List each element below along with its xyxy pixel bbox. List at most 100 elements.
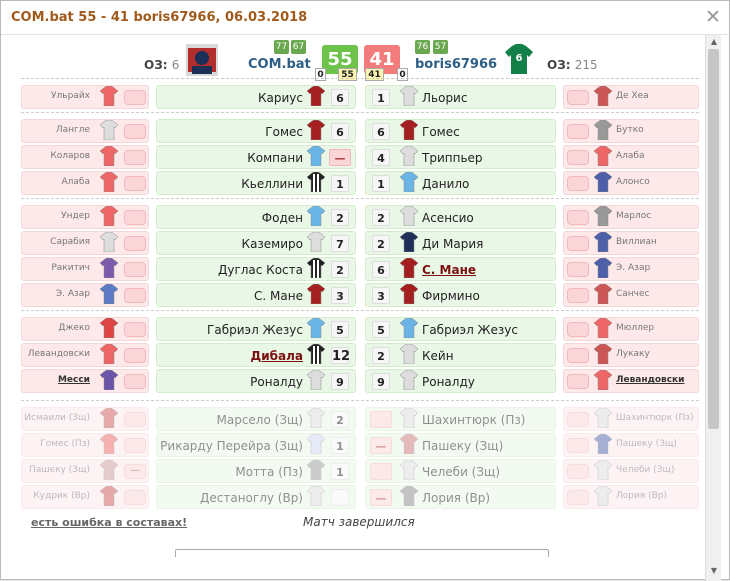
right-substitute-toggle[interactable]: [567, 262, 589, 277]
right-substitute-name[interactable]: Челеби (Зщ): [616, 465, 675, 475]
left-substitute[interactable]: Гомес (Пз): [21, 433, 149, 457]
left-substitute[interactable]: Э. Азар: [21, 283, 149, 307]
left-substitute-toggle[interactable]: [124, 348, 146, 363]
left-substitute[interactable]: Месси: [21, 369, 149, 393]
close-icon[interactable]: ✕: [705, 6, 721, 28]
left-player[interactable]: С. Мане 3: [156, 283, 356, 307]
left-substitute-toggle[interactable]: [124, 374, 146, 389]
right-substitute-name[interactable]: Шахинтюрк (Пз): [616, 413, 694, 423]
right-substitute-name[interactable]: Алаба: [616, 151, 645, 161]
left-substitute-toggle[interactable]: [124, 438, 146, 453]
left-substitute[interactable]: Сарабия: [21, 231, 149, 255]
left-team-name[interactable]: COM.bat: [248, 57, 311, 72]
right-player[interactable]: 5 Габриэл Жезус: [365, 317, 556, 341]
left-player[interactable]: Габриэл Жезус 5: [156, 317, 356, 341]
left-substitute-toggle[interactable]: [124, 150, 146, 165]
left-substitute-toggle[interactable]: [124, 288, 146, 303]
right-substitute-toggle[interactable]: [567, 236, 589, 251]
left-substitute[interactable]: Ундер: [21, 205, 149, 229]
right-player[interactable]: 2 Кейн: [365, 343, 556, 367]
right-player[interactable]: — Лория (Вр): [365, 485, 556, 509]
left-substitute[interactable]: Пашеку (Зщ) —: [21, 459, 149, 483]
right-substitute[interactable]: Де Хеа: [563, 85, 699, 109]
left-substitute[interactable]: Кудрик (Вр): [21, 485, 149, 509]
left-substitute-name[interactable]: Ракитич: [51, 263, 90, 273]
vertical-scrollbar[interactable]: ▲ ▼: [705, 35, 721, 581]
right-player-name[interactable]: Фирмино: [422, 289, 480, 303]
left-substitute-toggle[interactable]: [124, 124, 146, 139]
left-substitute[interactable]: Исмаили (Зщ): [21, 407, 149, 431]
left-substitute-name[interactable]: Лангле: [56, 125, 90, 135]
right-substitute[interactable]: Марлос: [563, 205, 699, 229]
left-substitute-name[interactable]: Коларов: [50, 151, 90, 161]
right-substitute-toggle[interactable]: [567, 348, 589, 363]
right-substitute-toggle[interactable]: [567, 464, 589, 479]
left-substitute[interactable]: Левандовски: [21, 343, 149, 367]
right-substitute-toggle[interactable]: [567, 90, 589, 105]
right-substitute-name[interactable]: Виллиан: [616, 237, 657, 247]
left-player-name[interactable]: С. Мане: [254, 289, 303, 303]
left-substitute-name[interactable]: Левандовски: [28, 349, 90, 359]
left-player[interactable]: Дуглас Коста 2: [156, 257, 356, 281]
left-substitute-name[interactable]: Исмаили (Зщ): [24, 413, 90, 423]
right-player[interactable]: Челеби (Зщ): [365, 459, 556, 483]
left-player-name[interactable]: Роналду: [250, 375, 303, 389]
right-player-name[interactable]: Асенсио: [422, 211, 474, 225]
right-substitute-toggle[interactable]: [567, 288, 589, 303]
right-player[interactable]: 6 Гомес: [365, 119, 556, 143]
left-substitute[interactable]: Коларов: [21, 145, 149, 169]
right-substitute-toggle[interactable]: [567, 438, 589, 453]
right-substitute[interactable]: Левандовски: [563, 369, 699, 393]
left-substitute-name[interactable]: Ульрайх: [51, 91, 90, 101]
right-player-name[interactable]: Лория (Вр): [422, 491, 490, 505]
left-substitute[interactable]: Алаба: [21, 171, 149, 195]
left-substitute[interactable]: Джеко: [21, 317, 149, 341]
left-substitute[interactable]: Лангле: [21, 119, 149, 143]
left-substitute-toggle[interactable]: [124, 90, 146, 105]
right-player-name[interactable]: Ди Мария: [422, 237, 483, 251]
left-player-name[interactable]: Компани: [247, 151, 303, 165]
right-substitute-name[interactable]: Левандовски: [616, 375, 684, 385]
left-substitute-toggle[interactable]: [124, 322, 146, 337]
right-substitute-toggle[interactable]: [567, 322, 589, 337]
left-player-name[interactable]: Фоден: [262, 211, 303, 225]
right-player-name[interactable]: Льорис: [422, 91, 467, 105]
left-player[interactable]: Кариус 6: [156, 85, 356, 109]
left-substitute-toggle[interactable]: [124, 490, 146, 505]
right-player[interactable]: — Пашеку (Зщ): [365, 433, 556, 457]
left-player[interactable]: Компани —: [156, 145, 356, 169]
right-substitute-toggle[interactable]: [567, 124, 589, 139]
right-substitute[interactable]: Э. Азар: [563, 257, 699, 281]
left-player[interactable]: Фоден 2: [156, 205, 356, 229]
right-player-name[interactable]: Кейн: [422, 349, 454, 363]
right-substitute-name[interactable]: Лукаку: [616, 349, 650, 359]
right-substitute[interactable]: Шахинтюрк (Пз): [563, 407, 699, 431]
left-player-name[interactable]: Рикарду Перейра (Зщ): [160, 439, 303, 453]
right-player-name[interactable]: Габриэл Жезус: [422, 323, 518, 337]
right-substitute[interactable]: Санчес: [563, 283, 699, 307]
left-player[interactable]: Роналду 9: [156, 369, 356, 393]
right-player[interactable]: 4 Триппьер: [365, 145, 556, 169]
left-substitute-name[interactable]: Сарабия: [50, 237, 90, 247]
right-player-name[interactable]: Шахинтюрк (Пз): [422, 413, 525, 427]
left-substitute-name[interactable]: Месси: [58, 375, 90, 385]
left-player[interactable]: Марсело (Зщ) 2: [156, 407, 356, 431]
left-player-name[interactable]: Габриэл Жезус: [207, 323, 303, 337]
left-player[interactable]: Дестаноглу (Вр): [156, 485, 356, 509]
left-substitute-toggle[interactable]: [124, 176, 146, 191]
right-substitute[interactable]: Лукаку: [563, 343, 699, 367]
right-substitute-name[interactable]: Алонсо: [616, 177, 650, 187]
left-substitute-name[interactable]: Ундер: [61, 211, 90, 221]
right-substitute-name[interactable]: Марлос: [616, 211, 651, 221]
left-substitute[interactable]: Ульрайх: [21, 85, 149, 109]
left-player-name[interactable]: Марсело (Зщ): [217, 413, 304, 427]
right-substitute[interactable]: Лория (Вр): [563, 485, 699, 509]
right-substitute-toggle[interactable]: [567, 176, 589, 191]
right-substitute-name[interactable]: Санчес: [616, 289, 650, 299]
right-substitute[interactable]: Алонсо: [563, 171, 699, 195]
right-player[interactable]: 6 С. Мане: [365, 257, 556, 281]
right-substitute-name[interactable]: Э. Азар: [616, 263, 650, 273]
left-player[interactable]: Гомес 6: [156, 119, 356, 143]
scroll-down-arrow-icon[interactable]: ▼: [709, 566, 719, 576]
right-substitute[interactable]: Мюллер: [563, 317, 699, 341]
